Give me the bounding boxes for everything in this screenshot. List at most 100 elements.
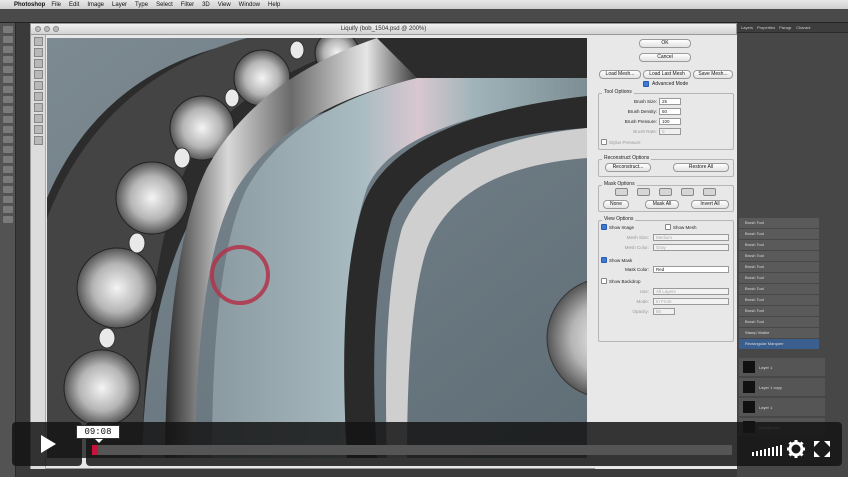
stamp-tool-icon[interactable] [2,106,13,113]
history-item[interactable]: Brush Tool [739,317,819,327]
path-select-tool-icon[interactable] [2,186,13,193]
marquee-tool-icon[interactable] [2,36,13,43]
menu-edit[interactable]: Edit [69,2,79,8]
history-item[interactable]: Brush Tool [739,284,819,294]
history-item[interactable]: Brush Tool [739,240,819,250]
brush-tool-icon[interactable] [2,96,13,103]
load-mesh-button[interactable]: Load Mesh... [599,70,641,79]
reconstruct-tool-icon[interactable] [33,48,43,57]
show-image-checkbox[interactable] [601,224,607,230]
intersect-selection-icon[interactable] [681,188,694,196]
blur-tool-icon[interactable] [2,146,13,153]
close-window-icon[interactable] [35,26,41,32]
menu-file[interactable]: File [51,2,61,8]
volume-icon[interactable] [752,444,782,456]
freeze-mask-tool-icon[interactable] [33,103,43,112]
thaw-mask-tool-icon[interactable] [33,114,43,123]
tab-character[interactable]: Charact. [796,25,811,30]
show-mesh-checkbox[interactable] [665,224,671,230]
liquify-canvas[interactable] [47,38,587,458]
menu-select[interactable]: Select [156,2,173,8]
reconstruct-button[interactable]: Reconstruct... [605,163,651,172]
push-left-tool-icon[interactable] [33,92,43,101]
menu-image[interactable]: Image [87,2,104,8]
advanced-mode-checkbox[interactable] [643,81,649,87]
minimize-window-icon[interactable] [44,26,50,32]
layer-row[interactable]: Layer 1 [739,398,825,416]
mask-all-button[interactable]: Mask All [645,200,679,209]
stylus-pressure-checkbox[interactable] [601,139,607,145]
brush-density-field[interactable]: 50 [659,108,681,115]
zoom-tool-icon[interactable] [33,136,43,145]
history-item[interactable]: Brush Tool [739,295,819,305]
restore-all-button[interactable]: Restore All [673,163,729,172]
history-item[interactable]: Brush Tool [739,218,819,228]
layer-row[interactable]: Layer 1 [739,358,825,376]
use-select[interactable]: All Layers [653,288,729,295]
dodge-tool-icon[interactable] [2,156,13,163]
history-item[interactable]: Brush Tool [739,273,819,283]
hand-tool-icon[interactable] [2,206,13,213]
eyedropper-tool-icon[interactable] [2,76,13,83]
history-item-selected[interactable]: Rectangular Marquee [739,339,819,349]
add-to-selection-icon[interactable] [637,188,650,196]
menu-help[interactable]: Help [268,2,280,8]
menu-layer[interactable]: Layer [112,2,127,8]
hand-tool-icon[interactable] [33,125,43,134]
tab-paragraph[interactable]: Paragr. [779,25,792,30]
progress-bar[interactable] [92,445,732,455]
replace-selection-icon[interactable] [615,188,628,196]
invert-all-button[interactable]: Invert All [691,200,729,209]
play-button[interactable] [12,422,82,466]
pen-tool-icon[interactable] [2,166,13,173]
cancel-button[interactable]: Cancel [639,53,691,62]
mask-none-button[interactable]: None [603,200,629,209]
menu-filter[interactable]: Filter [181,2,194,8]
brush-rate-field[interactable]: 0 [659,128,681,135]
show-mask-checkbox[interactable] [601,257,607,263]
app-menu[interactable]: Photoshop [14,2,45,8]
load-last-mesh-button[interactable]: Load Last Mesh [643,70,691,79]
tab-properties[interactable]: Properties [757,25,775,30]
opacity-field[interactable]: 50 [653,308,675,315]
settings-gear-icon[interactable] [786,439,806,459]
quick-select-tool-icon[interactable] [2,56,13,63]
bloat-tool-icon[interactable] [33,81,43,90]
menu-view[interactable]: View [218,2,231,8]
type-tool-icon[interactable] [2,176,13,183]
save-mesh-button[interactable]: Save Mesh... [693,70,733,79]
pucker-tool-icon[interactable] [33,70,43,79]
move-tool-icon[interactable] [2,26,13,33]
brush-pressure-field[interactable]: 100 [659,118,681,125]
zoom-tool-icon[interactable] [2,216,13,223]
ok-button[interactable]: OK [639,39,691,48]
zoom-window-icon[interactable] [53,26,59,32]
invert-selection-icon[interactable] [703,188,716,196]
mesh-size-select[interactable]: Medium [653,234,729,241]
menu-type[interactable]: Type [135,2,148,8]
mode-select[interactable]: In Front [653,298,729,305]
history-item[interactable]: Brush Tool [739,251,819,261]
shape-tool-icon[interactable] [2,196,13,203]
forward-warp-tool-icon[interactable] [33,37,43,46]
mesh-color-select[interactable]: Gray [653,244,729,251]
tab-layers[interactable]: Layers [741,25,753,30]
history-item[interactable]: Stamp Visible [739,328,819,338]
fullscreen-icon[interactable] [814,441,830,457]
twirl-tool-icon[interactable] [33,59,43,68]
menu-window[interactable]: Window [239,2,260,8]
mask-color-select[interactable]: Red [653,266,729,273]
history-brush-tool-icon[interactable] [2,116,13,123]
layer-row[interactable]: Layer 1 copy [739,378,825,396]
history-item[interactable]: Brush Tool [739,262,819,272]
eraser-tool-icon[interactable] [2,126,13,133]
lasso-tool-icon[interactable] [2,46,13,53]
healing-tool-icon[interactable] [2,86,13,93]
history-item[interactable]: Brush Tool [739,306,819,316]
subtract-from-selection-icon[interactable] [659,188,672,196]
menu-3d[interactable]: 3D [202,2,210,8]
show-backdrop-checkbox[interactable] [601,278,607,284]
brush-size-field[interactable]: 25 [659,98,681,105]
gradient-tool-icon[interactable] [2,136,13,143]
history-item[interactable]: Brush Tool [739,229,819,239]
